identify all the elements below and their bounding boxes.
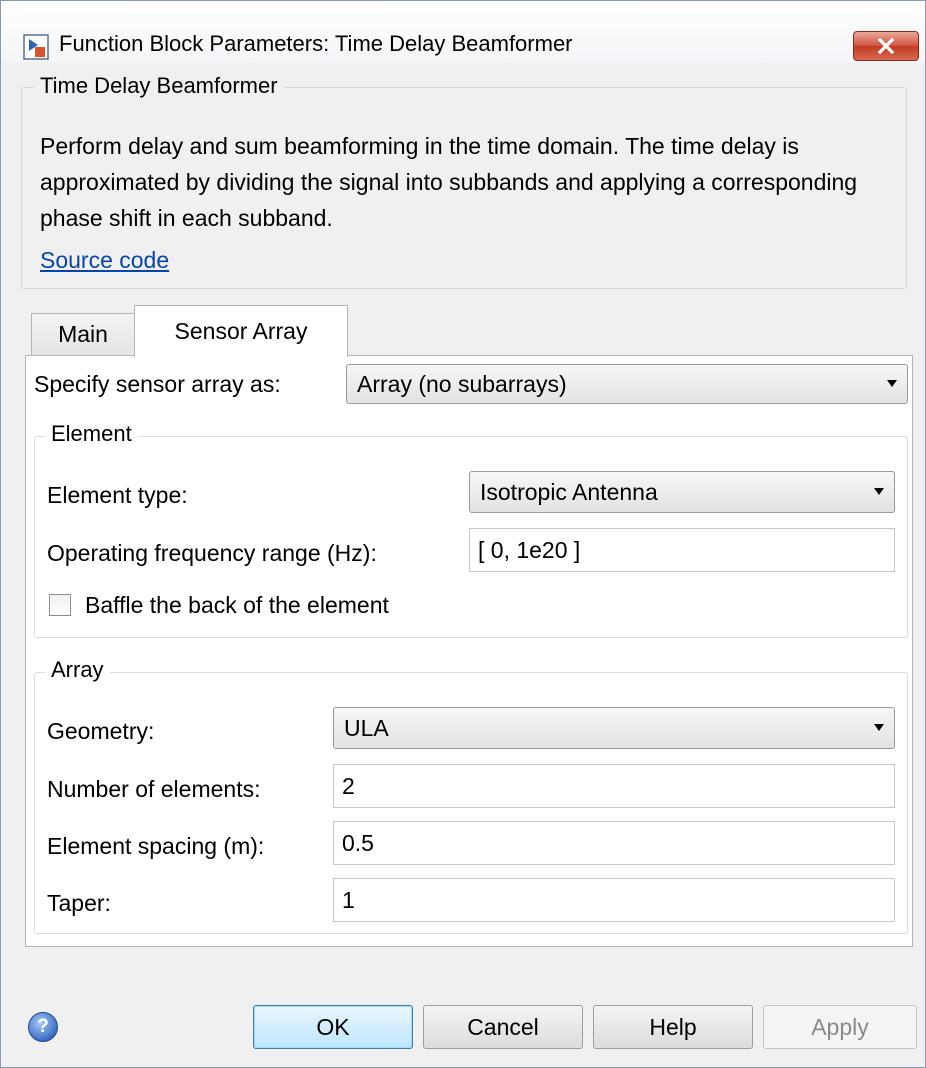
cancel-button[interactable]: Cancel	[423, 1005, 583, 1049]
specify-array-value: Array (no subarrays)	[357, 370, 567, 397]
tab-sensor-array[interactable]: Sensor Array	[134, 305, 348, 357]
specify-array-dropdown[interactable]: Array (no subarrays)	[346, 364, 908, 404]
element-spacing-input[interactable]: 0.5	[333, 821, 895, 865]
num-elements-input[interactable]: 2	[333, 764, 895, 808]
array-group-title: Array	[45, 657, 110, 683]
taper-input[interactable]: 1	[333, 878, 895, 922]
element-spacing-label: Element spacing (m):	[47, 833, 265, 859]
frequency-range-label: Operating frequency range (Hz):	[47, 540, 377, 566]
block-description: Perform delay and sum beamforming in the…	[40, 133, 858, 231]
title-bar[interactable]: Function Block Parameters: Time Delay Be…	[1, 1, 925, 63]
num-elements-label: Number of elements:	[47, 776, 261, 802]
geometry-dropdown[interactable]: ULA	[333, 707, 895, 749]
geometry-value: ULA	[344, 714, 389, 741]
element-type-value: Isotropic Antenna	[480, 478, 658, 505]
element-type-dropdown[interactable]: Isotropic Antenna	[469, 471, 895, 513]
source-code-link[interactable]: Source code	[40, 247, 169, 274]
array-group: Array Geometry: ULA Number of elements: …	[34, 657, 908, 934]
sensor-array-panel: Specify sensor array as: Array (no subar…	[25, 355, 913, 947]
help-icon[interactable]: ?	[28, 1012, 58, 1042]
simulink-block-icon	[23, 34, 49, 60]
dialog-window: Function Block Parameters: Time Delay Be…	[0, 0, 926, 1068]
geometry-label: Geometry:	[47, 718, 155, 744]
chevron-down-icon	[874, 488, 884, 495]
baffle-label: Baffle the back of the element	[85, 592, 389, 618]
chevron-down-icon	[874, 724, 884, 731]
element-group: Element Element type: Isotropic Antenna …	[34, 421, 908, 638]
help-button[interactable]: Help	[593, 1005, 753, 1049]
frequency-range-input[interactable]: [ 0, 1e20 ]	[469, 528, 895, 572]
element-type-label: Element type:	[47, 482, 188, 508]
chevron-down-icon	[887, 380, 897, 387]
element-group-title: Element	[45, 421, 138, 447]
window-title: Function Block Parameters: Time Delay Be…	[59, 31, 573, 56]
close-button[interactable]	[853, 31, 919, 61]
taper-label: Taper:	[47, 890, 111, 916]
tab-main[interactable]: Main	[31, 313, 135, 355]
close-icon	[877, 38, 895, 54]
apply-button[interactable]: Apply	[763, 1005, 917, 1049]
specify-array-label: Specify sensor array as:	[34, 371, 281, 397]
baffle-checkbox[interactable]	[49, 594, 71, 616]
ok-button[interactable]: OK	[253, 1005, 413, 1049]
description-group-title: Time Delay Beamformer	[34, 73, 284, 99]
description-group: Time Delay Beamformer Perform delay and …	[21, 73, 907, 289]
